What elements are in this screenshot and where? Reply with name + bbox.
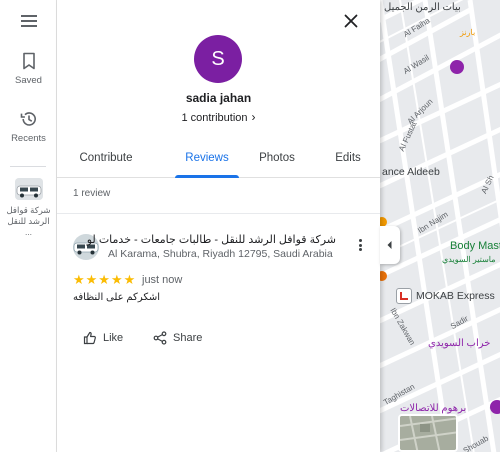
tab-contribute[interactable]: Contribute	[71, 142, 141, 178]
profile-name: sadia jahan	[185, 91, 252, 105]
collapse-panel-button[interactable]	[380, 226, 400, 264]
avatar[interactable]: S	[194, 35, 242, 83]
place-name[interactable]: شركة قوافل الرشد للنقل - طالبات جامعات -…	[86, 233, 336, 246]
like-label: Like	[103, 332, 124, 344]
divider	[57, 213, 380, 214]
poi-top-partial[interactable]: بيات الرمن الجميل	[384, 2, 461, 13]
poi-ance-aldeeb[interactable]: ance Aldeeb	[382, 166, 440, 178]
recent-place-thumbnail	[14, 178, 43, 200]
poi-barhoom[interactable]: برهوم للاتصالات	[400, 403, 466, 414]
tab-photos[interactable]: Photos	[251, 142, 303, 178]
shopping-pin-icon[interactable]	[490, 400, 500, 414]
tab-edits[interactable]: Edits	[327, 142, 369, 178]
rail-saved-button[interactable]: Saved	[0, 52, 57, 86]
tab-reviews[interactable]: Reviews	[175, 142, 239, 178]
thumbs-up-icon	[83, 331, 96, 345]
share-label: Share	[173, 332, 203, 344]
profile-tabs: Contribute Reviews Photos Edits	[57, 142, 380, 178]
share-icon	[153, 331, 167, 345]
poi-mokab-express[interactable]: MOKAB Express	[416, 290, 495, 302]
close-icon[interactable]	[342, 12, 360, 30]
review-count: 1 review	[73, 188, 111, 199]
place-address: Al Karama, Shubra, Riyadh 12795, Saudi A…	[108, 248, 333, 260]
rail-recents-button[interactable]: Recents	[0, 110, 57, 144]
rating-stars: ★★★★★	[73, 272, 137, 287]
chevron-right-icon: ›	[251, 110, 256, 124]
rail-recents-label: Recents	[11, 133, 46, 144]
rail-recent-place[interactable]: شركة قوافل الرشد للنقل ...	[0, 178, 57, 238]
left-rail: Saved Recents شركة قوافل الرشد للنقل ...	[0, 0, 57, 452]
contributions-label: 1 contribution	[181, 112, 248, 124]
review-date: just now	[142, 274, 183, 286]
poi-body-mast[interactable]: Body Mast	[450, 240, 500, 252]
rail-divider	[10, 166, 46, 167]
recent-place-label: شركة قوافل الرشد للنقل ...	[6, 205, 51, 237]
more-options-icon[interactable]	[357, 239, 363, 253]
like-button[interactable]: Like	[83, 328, 123, 348]
share-button[interactable]: Share	[153, 328, 202, 348]
poi-blue-partial[interactable]: بارنز	[460, 28, 475, 37]
rail-saved-label: Saved	[15, 75, 42, 86]
bookmark-icon	[22, 52, 35, 70]
poi-kharab[interactable]: خراب السويدي	[428, 338, 490, 349]
profile-panel: S sadia jahan 1 contribution › Contribute…	[57, 0, 380, 452]
hamburger-menu-icon[interactable]	[18, 12, 40, 32]
shopping-pin-icon[interactable]	[450, 60, 464, 74]
review-text: اشكركم على النظافه	[73, 292, 161, 303]
contributions-link[interactable]: 1 contribution ›	[57, 110, 380, 124]
history-icon	[20, 112, 36, 126]
poi-body-mast-ar[interactable]: ماستير السويدي	[442, 255, 496, 264]
layers-thumbnail[interactable]	[398, 414, 458, 452]
chevron-left-icon	[387, 241, 392, 249]
poi-mokab-icon[interactable]	[396, 288, 412, 304]
